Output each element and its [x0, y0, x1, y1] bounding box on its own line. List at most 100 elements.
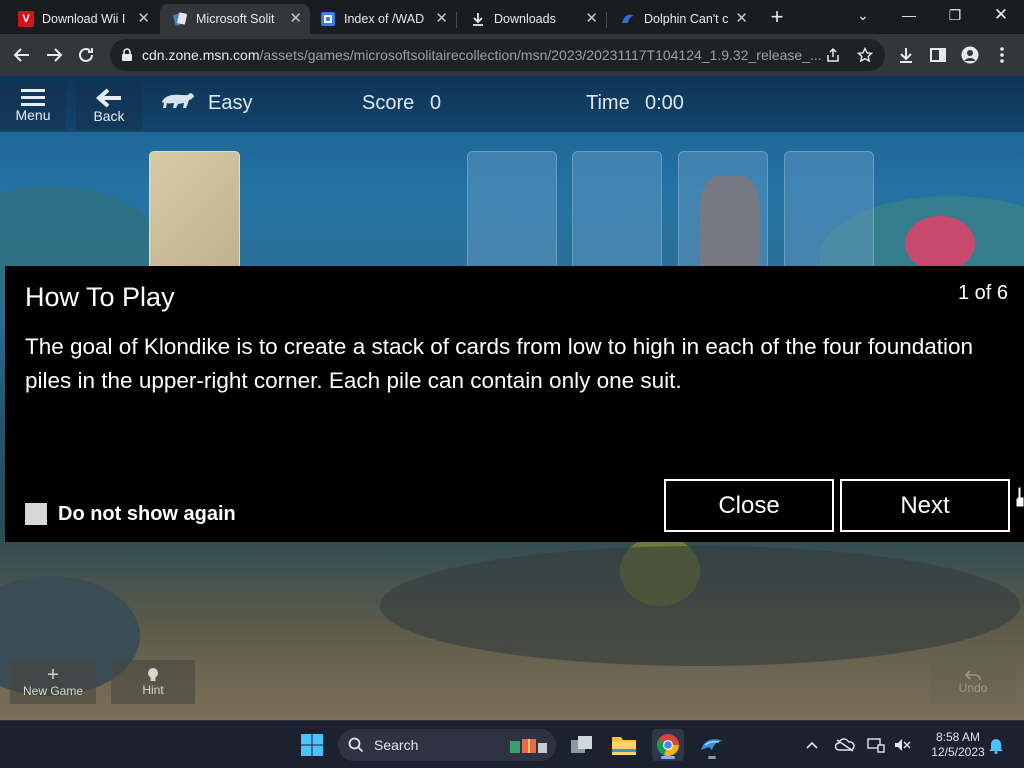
close-window-button[interactable]: ✕	[978, 0, 1024, 30]
taskbar-clock[interactable]: 8:58 AM 12/5/2023	[920, 730, 996, 760]
minimize-button[interactable]: —	[886, 0, 932, 30]
dolphin-icon	[701, 739, 723, 750]
hand-cursor-icon	[1015, 486, 1024, 513]
restore-button[interactable]: ❐	[932, 0, 978, 30]
dialog-page-indicator: 1 of 6	[957, 282, 1008, 304]
hamburger-menu-icon	[21, 89, 45, 106]
forward-button[interactable]	[40, 41, 68, 69]
reload-icon	[79, 47, 93, 62]
search-label: Search	[374, 737, 419, 753]
tab-microsoft-solitaire[interactable]: Microsoft Solit ✕	[160, 4, 310, 34]
url-path: /assets/games/microsoftsolitairecollecti…	[259, 47, 822, 63]
tab-title: Download Wii I	[42, 12, 126, 26]
clock-time: 8:58 AM	[935, 730, 981, 744]
dialog-body-text: The goal of Klondike is to create a stac…	[25, 334, 974, 393]
url-text[interactable]: cdn.zone.msn.com/assets/games/microsofts…	[142, 47, 822, 63]
difficulty-label: Easy	[208, 92, 253, 114]
score-value: 0	[430, 92, 442, 114]
hint-button[interactable]: Hint	[111, 660, 195, 704]
share-icon[interactable]	[824, 46, 842, 64]
dolphin-icon	[620, 11, 636, 27]
close-tab-icon[interactable]: ✕	[735, 11, 748, 27]
tab-index-of-wad[interactable]: Index of /WAD ✕	[308, 4, 456, 34]
close-button[interactable]: Close	[664, 479, 834, 532]
tab-dolphin[interactable]: Dolphin Can't c ✕	[608, 4, 756, 34]
start-button[interactable]	[296, 729, 328, 761]
dialog-title: How To Play	[25, 282, 175, 312]
dolphin-taskbar-button[interactable]	[696, 729, 728, 761]
vimm-favicon-icon: V	[18, 11, 34, 27]
hint-label: Hint	[142, 683, 164, 697]
pink-coral-decoration	[905, 216, 975, 271]
bookmark-star-icon[interactable]	[856, 46, 874, 64]
show-hidden-icons-chevron[interactable]	[802, 735, 822, 755]
index-page-icon	[320, 11, 336, 27]
file-explorer-button[interactable]	[608, 729, 640, 761]
tab-title: Microsoft Solit	[196, 12, 275, 26]
arrow-left-icon	[13, 48, 29, 62]
browser-tab-strip: V Download Wii I ✕ Microsoft Solit ✕ Ind…	[0, 0, 1024, 34]
downloads-toolbar-icon[interactable]	[896, 45, 916, 65]
foundation-slot-3[interactable]	[678, 151, 768, 271]
side-panel-icon[interactable]	[928, 45, 948, 65]
plus-icon: +	[47, 664, 59, 686]
menu-button[interactable]: Menu	[0, 82, 66, 130]
do-not-show-again-checkbox[interactable]	[25, 503, 47, 525]
profile-icon[interactable]	[960, 45, 980, 65]
next-button[interactable]: Next	[840, 479, 1010, 532]
stock-pile-card[interactable]	[149, 151, 240, 271]
running-app-indicator	[708, 756, 716, 759]
time-label: Time	[586, 92, 630, 114]
lock-icon[interactable]	[120, 48, 134, 62]
clock-date: 12/5/2023	[931, 745, 985, 759]
tab-title: Index of /WAD	[344, 12, 425, 26]
close-tab-icon[interactable]: ✕	[435, 11, 448, 27]
tab-title: Downloads	[494, 12, 556, 26]
solitaire-cards-icon	[172, 11, 188, 27]
chrome-icon	[657, 734, 679, 756]
rock-bed-decoration	[380, 546, 1020, 666]
tab-download-wii[interactable]: V Download Wii I ✕	[6, 4, 158, 34]
volume-muted-icon[interactable]	[892, 735, 912, 755]
lightbulb-icon	[148, 668, 158, 681]
new-game-label: New Game	[22, 684, 84, 698]
time-value: 0:00	[645, 92, 684, 114]
onedrive-icon[interactable]	[835, 735, 855, 755]
foundation-slot-1[interactable]	[467, 151, 557, 271]
foundation-slot-4[interactable]	[784, 151, 874, 271]
foundation-slot-2[interactable]	[572, 151, 662, 271]
tab-title: Dolphin Can't c	[644, 12, 729, 26]
polar-bear-icon	[160, 90, 196, 117]
do-not-show-again-label[interactable]: Do not show again	[58, 503, 236, 526]
tab-downloads[interactable]: Downloads ✕	[458, 4, 606, 34]
chrome-taskbar-button[interactable]	[652, 729, 684, 761]
back-label: Back	[93, 108, 125, 124]
game-top-bar: Menu Back Easy Score 0 Time 0:00	[0, 76, 1024, 132]
how-to-play-dialog: How To Play 1 of 6 The goal of Klondike …	[5, 266, 1024, 542]
browser-toolbar: cdn.zone.msn.com/assets/games/microsofts…	[0, 34, 1024, 76]
undo-icon	[965, 670, 981, 681]
undo-button[interactable]: Undo	[930, 660, 1016, 704]
close-tab-icon[interactable]: ✕	[289, 11, 302, 27]
new-tab-button[interactable]: +	[766, 6, 788, 28]
new-game-button[interactable]: + New Game	[10, 660, 96, 704]
more-menu-icon[interactable]	[992, 45, 1012, 65]
network-icon[interactable]	[866, 735, 886, 755]
arrow-right-icon	[47, 48, 63, 62]
notification-bell-icon[interactable]	[986, 735, 1006, 755]
taskbar-search-box[interactable]: Search	[338, 729, 556, 761]
back-button[interactable]	[8, 41, 36, 69]
solitaire-game-area[interactable]: Menu Back Easy Score 0 Time 0:00 How To …	[0, 76, 1024, 720]
back-arrow-icon	[95, 88, 121, 108]
address-bar[interactable]: cdn.zone.msn.com/assets/games/microsofts…	[110, 39, 885, 71]
tab-search-chevron-icon[interactable]: ⌄	[840, 0, 886, 30]
search-icon	[348, 737, 364, 753]
close-tab-icon[interactable]: ✕	[585, 11, 598, 27]
undo-label: Undo	[958, 681, 988, 695]
game-back-button[interactable]: Back	[76, 82, 142, 130]
task-view-icon	[571, 736, 592, 753]
reload-button[interactable]	[72, 41, 100, 69]
score-label: Score	[362, 92, 415, 114]
task-view-button[interactable]	[566, 729, 598, 761]
close-tab-icon[interactable]: ✕	[137, 11, 150, 27]
